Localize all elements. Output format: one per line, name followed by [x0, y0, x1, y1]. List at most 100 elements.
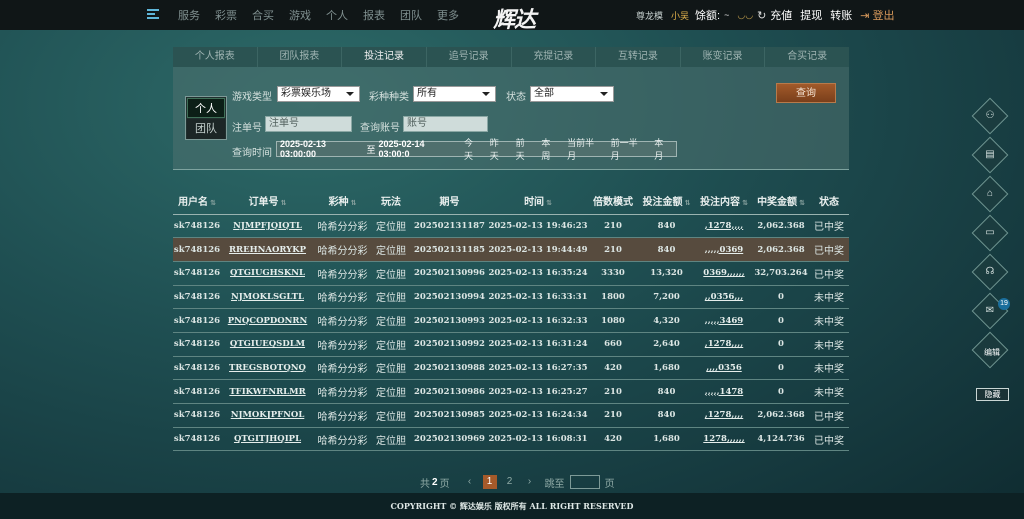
- cell-status: 未中奖: [809, 285, 849, 310]
- game-type-select[interactable]: 彩票娱乐场: [277, 86, 360, 102]
- cell-order-no[interactable]: QTGITJHQIPL: [221, 427, 314, 452]
- order-no-input[interactable]: 注单号: [265, 116, 352, 132]
- col-order-no[interactable]: 订单号 ⇅: [221, 187, 314, 215]
- sort-icon[interactable]: ⇅: [210, 200, 216, 207]
- sort-icon[interactable]: ⇅: [742, 200, 748, 207]
- cell-bet-content[interactable]: 1278,,,,,,: [695, 427, 753, 452]
- eye-icon[interactable]: ◡◡: [737, 10, 753, 21]
- cell-bet-content[interactable]: ,,,,0356: [695, 356, 753, 381]
- cell-order-no[interactable]: NJMPFJQIQTL: [221, 214, 314, 239]
- col-bet-amount[interactable]: 投注金额 ⇅: [638, 187, 695, 215]
- side-support-button[interactable]: ☊: [971, 253, 1009, 291]
- tab-group-buy-records[interactable]: 合买记录: [765, 47, 849, 67]
- cell-bet-content[interactable]: ,1278,,,,: [695, 332, 753, 357]
- cell-play: 定位胆: [371, 237, 411, 262]
- cell-order-no[interactable]: NJMOKLSGLTL: [221, 285, 314, 310]
- scope-personal-button[interactable]: 个人: [187, 98, 225, 118]
- cell-bet-content[interactable]: ,1278,,,,: [695, 403, 753, 428]
- col-time[interactable]: 时间 ⇅: [488, 187, 588, 215]
- cell-username: sk748126: [173, 332, 221, 357]
- col-lottery[interactable]: 彩种 ⇅: [314, 187, 371, 215]
- nav-item-games[interactable]: 游戏: [289, 7, 311, 23]
- col-bet-content[interactable]: 投注内容 ⇅: [695, 187, 753, 215]
- refresh-icon[interactable]: ↻: [757, 9, 766, 22]
- cell-lottery: 哈希分分彩: [314, 427, 371, 452]
- cell-order-no[interactable]: TFIKWFNRLMR: [221, 379, 314, 404]
- nav-item-lottery[interactable]: 彩票: [215, 7, 237, 23]
- side-lock-button[interactable]: ⌂: [971, 175, 1009, 213]
- sort-icon[interactable]: ⇅: [685, 200, 691, 207]
- nav-item-personal[interactable]: 个人: [326, 7, 348, 23]
- quick-yesterday[interactable]: 昨天: [486, 136, 512, 162]
- cell-order-no[interactable]: QTGIUGHSKNL: [221, 261, 314, 286]
- prev-page-button[interactable]: ‹: [463, 475, 477, 489]
- logout-link[interactable]: 登出: [873, 7, 895, 23]
- quick-this-week[interactable]: 本周: [537, 136, 563, 162]
- menu-icon[interactable]: [147, 9, 159, 20]
- date-to-input[interactable]: 2025-02-14 03:00:0: [375, 139, 460, 159]
- jump-page-input[interactable]: [569, 475, 600, 489]
- tab-deposit-withdraw-records[interactable]: 充提记录: [512, 47, 597, 67]
- cell-bet-content[interactable]: ,1278,,,,: [695, 214, 753, 239]
- date-range-box: 2025-02-13 03:00:00 至 2025-02-14 03:00:0…: [276, 138, 677, 161]
- lottery-kind-select[interactable]: 所有: [413, 86, 496, 102]
- hide-sidebar-button[interactable]: 隐藏: [976, 388, 1009, 401]
- quick-today[interactable]: 今天: [460, 136, 486, 162]
- status-select[interactable]: 全部: [530, 86, 614, 102]
- next-page-button[interactable]: ›: [523, 475, 537, 489]
- message-count-badge: 19: [998, 298, 1010, 310]
- cell-bet-content[interactable]: ,,,,,1478: [695, 379, 753, 404]
- quick-current-half-month[interactable]: 当前半月: [563, 136, 607, 162]
- cell-multiple: 660: [588, 332, 638, 357]
- cell-bet-content[interactable]: ,,,,,3469: [695, 308, 753, 333]
- tab-transfer-records[interactable]: 互转记录: [596, 47, 681, 67]
- page-1-button[interactable]: 1: [482, 475, 497, 489]
- cell-bet-amount: 7,200: [638, 285, 695, 310]
- cell-play: 定位胆: [371, 427, 411, 452]
- tab-personal-report[interactable]: 个人报表: [173, 47, 258, 67]
- query-button[interactable]: 查询: [776, 83, 836, 103]
- cell-order-no[interactable]: TREGSBOTQNQ: [221, 356, 314, 381]
- nav-item-group-buy[interactable]: 合买: [252, 7, 274, 23]
- side-wallet-button[interactable]: ▭: [971, 214, 1009, 252]
- cell-issue: 202502131185: [411, 237, 488, 262]
- logout-icon[interactable]: ⇥: [860, 9, 869, 22]
- cell-order-no[interactable]: RREHNAORYKP: [221, 237, 314, 262]
- sort-icon[interactable]: ⇅: [351, 200, 357, 207]
- deposit-link[interactable]: 充値: [770, 7, 792, 23]
- cell-bet-content[interactable]: ,,0356,,,: [695, 285, 753, 310]
- cell-bet-content[interactable]: 0369,,,,,,: [695, 261, 753, 286]
- col-username-label: 用户名: [178, 196, 209, 208]
- tab-account-change-records[interactable]: 账变记录: [681, 47, 766, 67]
- date-from-input[interactable]: 2025-02-13 03:00:00: [277, 139, 366, 159]
- tab-team-report[interactable]: 团队报表: [258, 47, 343, 67]
- username: 尊龙模: [636, 10, 664, 21]
- tab-chase-records[interactable]: 追号记录: [427, 47, 512, 67]
- transfer-link[interactable]: 转账: [830, 7, 852, 23]
- nav-item-service[interactable]: 服务: [178, 7, 200, 23]
- sort-icon[interactable]: ⇅: [281, 200, 287, 207]
- col-username[interactable]: 用户名 ⇅: [173, 187, 221, 215]
- sort-icon[interactable]: ⇅: [799, 200, 805, 207]
- query-account-input[interactable]: 账号: [403, 116, 488, 132]
- tab-bet-records[interactable]: 投注记录: [342, 47, 427, 67]
- side-records-button[interactable]: ▤: [971, 136, 1009, 174]
- nav-item-more[interactable]: 更多: [437, 7, 459, 23]
- scope-team-button[interactable]: 团队: [187, 119, 225, 139]
- quick-previous-half-month[interactable]: 前一半月: [607, 136, 651, 162]
- cell-order-no[interactable]: QTGIUEQSDLM: [221, 332, 314, 357]
- cell-order-no[interactable]: NJMOKJPFNOL: [221, 403, 314, 428]
- sort-icon[interactable]: ⇅: [546, 200, 552, 207]
- col-win-amount[interactable]: 中奖金额 ⇅: [753, 187, 809, 215]
- quick-day-before[interactable]: 前天: [512, 136, 538, 162]
- withdraw-link[interactable]: 提现: [800, 7, 822, 23]
- page-2-button[interactable]: 2: [503, 475, 517, 489]
- side-profile-button[interactable]: ⚇: [971, 97, 1009, 135]
- nav-item-reports[interactable]: 报表: [363, 7, 385, 23]
- quick-this-month[interactable]: 本月: [650, 136, 676, 162]
- brand-logo[interactable]: 辉达: [493, 2, 536, 34]
- cell-bet-content[interactable]: ,,,,,0369: [695, 237, 753, 262]
- cell-order-no[interactable]: PNQCOPDONRN: [221, 308, 314, 333]
- nav-item-team[interactable]: 团队: [400, 7, 422, 23]
- cell-issue: 202502130988: [411, 356, 488, 381]
